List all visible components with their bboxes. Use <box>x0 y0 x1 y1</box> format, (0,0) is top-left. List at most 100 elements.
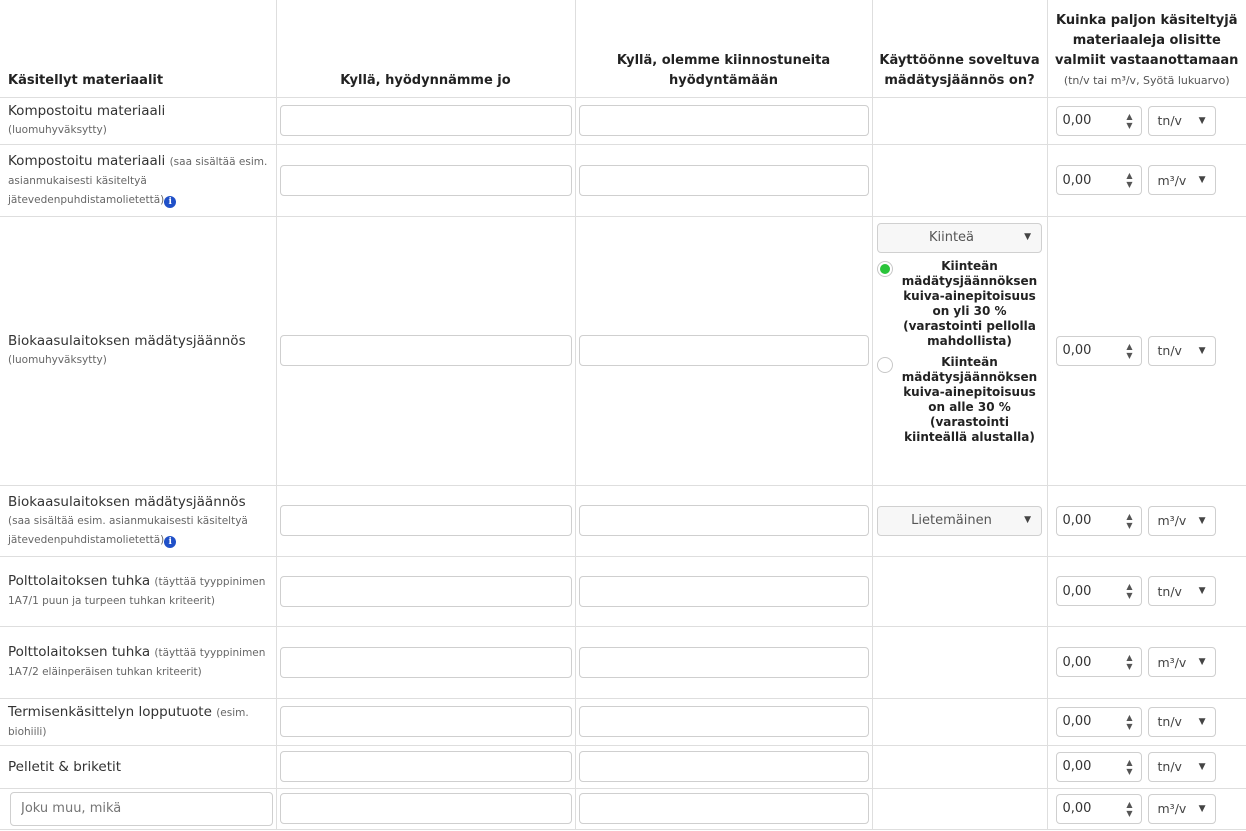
chevron-down-icon: ▼ <box>1198 515 1206 526</box>
quantity-value: 0,00 <box>1062 172 1092 188</box>
unit-select[interactable]: m³/v ▼ <box>1147 647 1216 677</box>
header-quantity-note: (tn/v tai m³/v, Syötä lukuarvo) <box>1063 73 1230 87</box>
header-interested: Kyllä, olemme kiinnostuneita hyödyntämää… <box>575 0 873 98</box>
interested-input[interactable] <box>578 793 869 824</box>
unit-select[interactable]: m³/v ▼ <box>1147 505 1216 536</box>
material-name: Kompostoitu materiaali <box>8 152 166 169</box>
using-input[interactable] <box>279 793 572 824</box>
spinner-icon[interactable]: ▲ ▼ <box>1126 653 1132 671</box>
table-row: 0,00 ▲▼ m³/v ▼ <box>0 788 1246 830</box>
spinner-icon[interactable]: ▲ ▼ <box>1126 800 1132 818</box>
info-icon[interactable]: i <box>164 535 177 548</box>
unit-select[interactable]: m³/v ▼ <box>1147 165 1216 195</box>
usage-cell <box>872 556 1048 627</box>
using-cell <box>276 485 576 557</box>
unit-select[interactable]: tn/v ▼ <box>1147 335 1216 366</box>
interested-input[interactable] <box>578 105 869 136</box>
quantity-input[interactable]: 0,00 ▲ ▼ <box>1055 706 1142 737</box>
unit-value: tn/v <box>1157 343 1182 358</box>
interested-input[interactable] <box>578 751 869 782</box>
table-row: Pelletit & briketit 0,00 ▲ ▼ tn/v ▼ <box>0 745 1246 789</box>
spinner-icon[interactable]: ▲ ▼ <box>1126 582 1132 600</box>
material-cell: Polttolaitoksen tuhka (täyttää tyyppinim… <box>0 626 277 699</box>
usage-cell <box>872 745 1048 789</box>
interested-input[interactable] <box>578 164 869 196</box>
quantity-input[interactable]: 0,00 ▲ ▼ <box>1055 505 1142 536</box>
quantity-input[interactable]: 0,00 ▲ ▼ <box>1055 335 1142 366</box>
material-name: Polttolaitoksen tuhka <box>8 573 151 589</box>
unit-value: tn/v <box>1157 113 1182 128</box>
quantity-value: 0,00 <box>1062 513 1092 528</box>
interested-input[interactable] <box>578 335 869 366</box>
info-icon[interactable]: i <box>164 195 177 208</box>
radio-label: Kiinteän mädätysjäännöksen kuiva-ainepit… <box>901 354 1038 444</box>
spinner-icon[interactable]: ▲ ▼ <box>1126 342 1132 360</box>
unit-value: tn/v <box>1157 714 1182 729</box>
material-name: Termisenkäsittelyn lopputuote <box>8 703 212 720</box>
interested-cell <box>575 97 873 145</box>
using-input[interactable] <box>279 505 572 536</box>
usage-form-select[interactable]: Lietemäinen ▼ <box>877 505 1042 536</box>
header-row: Käsitellyt materiaalit Kyllä, hyödynnämm… <box>0 0 1246 98</box>
using-input[interactable] <box>279 575 572 607</box>
spinner-icon[interactable]: ▲ ▼ <box>1126 112 1132 130</box>
material-cell: Kompostoitu materiaali (saa sisältää esi… <box>0 144 277 217</box>
quantity-input[interactable]: 0,00 ▲ ▼ <box>1055 751 1142 782</box>
quantity-input[interactable]: 0,00 ▲ ▼ <box>1055 576 1142 606</box>
using-cell <box>276 216 576 486</box>
spinner-icon[interactable]: ▲ ▼ <box>1126 758 1132 776</box>
material-name: Kompostoitu materiaali <box>8 103 166 119</box>
quantity-input[interactable]: 0,00 ▲ ▼ <box>1055 105 1142 136</box>
header-material: Käsitellyt materiaalit <box>0 0 277 98</box>
quantity-input[interactable]: 0,00 ▲ ▼ <box>1055 647 1142 677</box>
using-input[interactable] <box>279 706 572 737</box>
quantity-input[interactable]: 0,00 ▲ ▼ <box>1055 165 1142 195</box>
interested-input[interactable] <box>578 646 869 678</box>
unit-select[interactable]: tn/v ▼ <box>1147 751 1216 782</box>
material-note: (luomuhyväksytty) <box>8 124 107 136</box>
spinner-icon[interactable]: ▲ ▼ <box>1126 171 1132 189</box>
unit-select[interactable]: tn/v ▼ <box>1147 105 1216 136</box>
interested-cell <box>575 745 873 789</box>
quantity-value: 0,00 <box>1062 113 1092 128</box>
interested-cell <box>575 788 873 830</box>
radio-button[interactable] <box>876 356 893 373</box>
using-cell <box>276 788 576 830</box>
using-input[interactable] <box>279 751 572 782</box>
radio-button-checked[interactable] <box>876 260 893 277</box>
using-cell <box>276 698 576 746</box>
interested-input[interactable] <box>578 505 869 536</box>
usage-cell <box>872 144 1048 217</box>
unit-select[interactable]: tn/v ▼ <box>1147 706 1216 737</box>
radio-option-wet[interactable]: Kiinteän mädätysjäännöksen kuiva-ainepit… <box>876 354 1043 445</box>
quantity-cell: 0,00 ▲ ▼ tn/v ▼ <box>1047 745 1246 789</box>
usage-cell: Lietemäinen ▼ <box>872 485 1048 557</box>
interested-input[interactable] <box>578 575 869 607</box>
using-input[interactable] <box>279 105 572 136</box>
material-cell: Kompostoitu materiaali (luomuhyväksytty) <box>0 97 277 145</box>
spinner-icon[interactable]: ▲ ▼ <box>1126 512 1132 530</box>
interested-input[interactable] <box>578 706 869 737</box>
spinner-icon[interactable]: ▲ ▼ <box>1126 713 1132 731</box>
material-cell: Polttolaitoksen tuhka (täyttää tyyppinim… <box>0 556 277 627</box>
chevron-down-icon: ▼ <box>1198 716 1206 727</box>
material-name: Biokaasulaitoksen mädätysjäännös <box>8 493 246 510</box>
quantity-value: 0,00 <box>1062 759 1092 774</box>
using-cell <box>276 144 576 217</box>
using-cell <box>276 745 576 789</box>
other-material-input[interactable] <box>10 791 273 826</box>
using-input[interactable] <box>279 646 572 678</box>
radio-option-dry[interactable]: Kiinteän mädätysjäännöksen kuiva-ainepit… <box>876 258 1043 349</box>
usage-form-select[interactable]: Kiinteä ▼ <box>877 222 1042 253</box>
unit-select[interactable]: tn/v ▼ <box>1147 576 1216 606</box>
material-name: Biokaasulaitoksen mädätysjäännös <box>8 333 246 349</box>
interested-cell <box>575 216 873 486</box>
using-input[interactable] <box>279 164 572 196</box>
unit-value: m³/v <box>1157 513 1187 528</box>
unit-select[interactable]: m³/v ▼ <box>1147 793 1216 824</box>
radio-label: Kiinteän mädätysjäännöksen kuiva-ainepit… <box>901 258 1038 348</box>
using-input[interactable] <box>279 335 572 366</box>
quantity-input[interactable]: 0,00 ▲ ▼ <box>1055 793 1142 824</box>
usage-form-value: Lietemäinen <box>911 513 992 528</box>
header-usage-form: Käyttöönne soveltuva mädätysjäännös on? <box>872 0 1048 98</box>
